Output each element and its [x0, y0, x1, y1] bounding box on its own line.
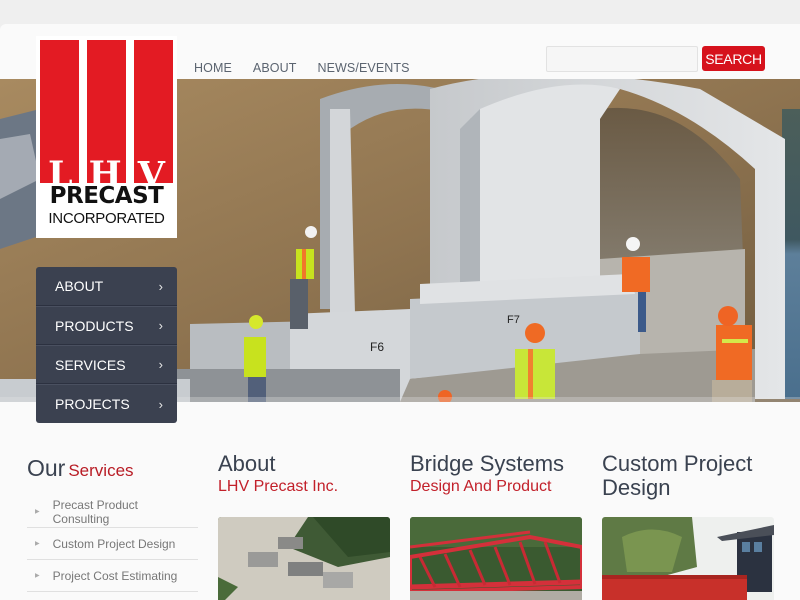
svg-text:F7: F7 — [507, 314, 520, 326]
chevron-right-icon: › — [158, 396, 163, 412]
services-item-label: Project Cost Estimating — [52, 568, 178, 583]
side-menu-item-projects[interactable]: PROJECTS › — [36, 384, 177, 423]
building-photo[interactable] — [602, 517, 774, 600]
column-title: Bridge Systems — [410, 451, 565, 476]
services-heading: Our Services — [27, 455, 134, 482]
logo-precast-text: PRECAST — [49, 183, 164, 209]
services-heading-dark: Our — [27, 455, 66, 481]
services-item-label: Custom Project Design — [52, 536, 176, 551]
triangle-right-icon: ▶ — [35, 509, 40, 515]
nav-about[interactable]: ABOUT — [253, 61, 297, 75]
side-menu-item-about[interactable]: ABOUT › — [36, 267, 177, 306]
side-menu-label: PROJECTS — [55, 396, 130, 412]
search-input[interactable] — [546, 46, 698, 72]
column-title: Custom Project Design — [602, 451, 753, 500]
side-menu-item-products[interactable]: PRODUCTS › — [36, 306, 177, 345]
svg-text:F6: F6 — [370, 340, 384, 354]
triangle-right-icon: ▶ — [35, 541, 40, 547]
column-title: About — [218, 451, 276, 476]
chevron-right-icon: › — [158, 318, 163, 333]
services-list-item[interactable]: ▶ Precast Product Consulting — [27, 496, 198, 528]
services-item-label: Precast Product Consulting — [52, 497, 138, 526]
logo-incorporated-text: INCORPORATED — [48, 210, 165, 227]
services-heading-red: Services — [68, 461, 134, 480]
nav-home[interactable]: HOME — [194, 61, 232, 75]
search-button[interactable]: SEARCH — [702, 46, 765, 71]
chevron-right-icon: › — [158, 357, 163, 372]
column-subtitle: Design And Product — [410, 478, 552, 495]
bridge-systems-column: Bridge Systems Design And Product — [410, 451, 582, 600]
services-list: ▶ Precast Product Consulting ▶ Custom Proj… — [27, 496, 198, 592]
custom-project-design-column: Custom Project Design — [602, 451, 774, 600]
about-column: About LHV Precast Inc. — [218, 451, 390, 600]
side-menu-label: PRODUCTS — [55, 317, 134, 334]
aerial-plant-photo[interactable] — [218, 517, 390, 600]
nav-news-events[interactable]: NEWS/EVENTS — [317, 61, 409, 75]
top-nav: HOME ABOUT NEWS/EVENTS — [194, 61, 431, 75]
services-list-item[interactable]: ▶ Custom Project Design — [27, 528, 198, 560]
triangle-right-icon: ▶ — [35, 573, 40, 579]
side-menu-item-services[interactable]: SERVICES › — [36, 345, 177, 384]
side-menu-label: SERVICES — [55, 356, 126, 373]
services-list-item[interactable]: ▶ Project Cost Estimating — [27, 560, 198, 592]
chevron-right-icon: › — [158, 278, 163, 294]
column-subtitle: LHV Precast Inc. — [218, 478, 339, 495]
side-menu: ABOUT › PRODUCTS › SERVICES › PROJECTS › — [36, 267, 177, 423]
red-truss-bridge-photo[interactable] — [410, 517, 582, 600]
company-logo[interactable]: L H V PRECAST INCORPORATED — [36, 36, 177, 238]
side-menu-label: ABOUT — [55, 278, 104, 294]
